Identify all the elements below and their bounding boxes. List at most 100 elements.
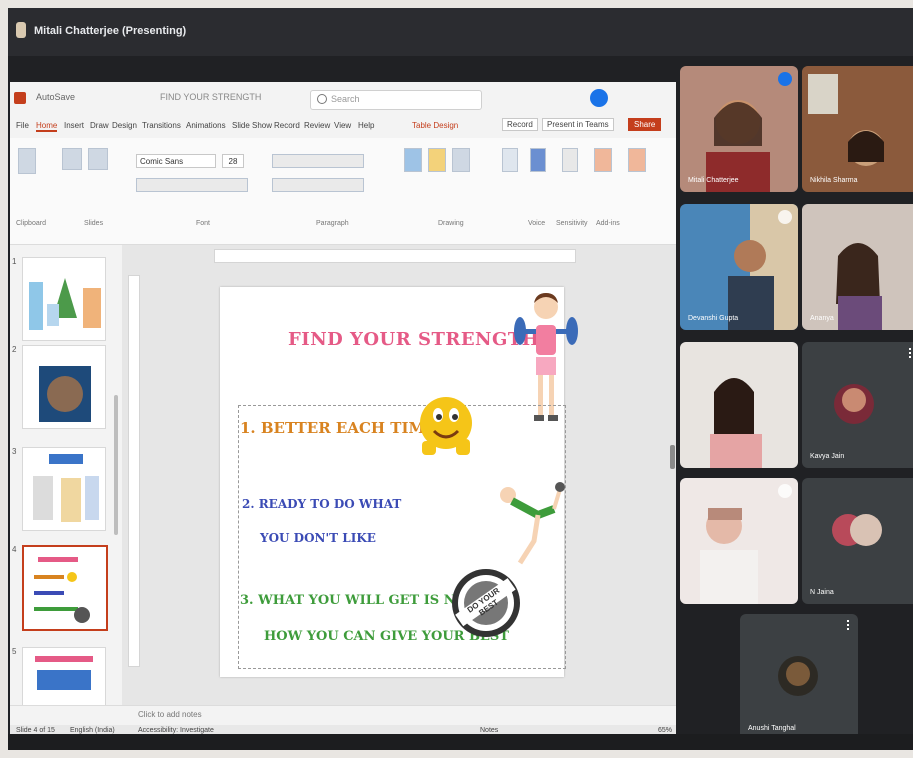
tab-draw[interactable]: Draw xyxy=(90,121,109,130)
slide-thumbnail[interactable] xyxy=(22,257,106,341)
search-input[interactable]: Search xyxy=(310,90,482,110)
notes-placeholder: Click to add notes xyxy=(138,710,202,719)
group-drawing: Drawing xyxy=(438,220,464,227)
ppt-titlebar: AutoSave FIND YOUR STRENGTH Search xyxy=(10,82,676,117)
slide-thumbnail[interactable] xyxy=(22,447,106,531)
presenter-bar: Mitali Chatterjee (Presenting) xyxy=(8,8,913,56)
slide-counter: Slide 4 of 15 xyxy=(16,727,55,734)
tab-insert[interactable]: Insert xyxy=(64,121,84,130)
group-paragraph: Paragraph xyxy=(316,220,349,227)
font-size-select[interactable]: 28 xyxy=(222,154,244,168)
tab-view[interactable]: View xyxy=(334,121,351,130)
group-addins: Add-ins xyxy=(596,220,620,227)
group-font: Font xyxy=(196,220,211,227)
participant-name: Nikhila Sharma xyxy=(810,177,858,184)
participant-name: Kavya Jain xyxy=(810,453,845,460)
shapes-icon[interactable] xyxy=(404,148,422,172)
thumbnail-art xyxy=(29,278,101,330)
participant-tile[interactable]: Mitali Chatterjee xyxy=(680,66,798,192)
paste-icon[interactable] xyxy=(18,148,36,174)
point-2-line-1[interactable]: 2. READY TO DO WHAT xyxy=(242,497,401,511)
exercise-illustration xyxy=(500,482,565,565)
group-sensitivity: Sensitivity xyxy=(556,220,588,227)
present-in-teams-button[interactable]: Present in Teams xyxy=(542,118,614,131)
slide-title[interactable]: FIND YOUR STRENGTH xyxy=(288,329,539,350)
horizontal-ruler xyxy=(214,249,576,263)
participant-avatar xyxy=(832,514,882,546)
participant-video xyxy=(802,204,913,330)
bottom-strip xyxy=(8,734,913,750)
search-placeholder: Search xyxy=(331,94,360,104)
notes-toggle[interactable]: Notes xyxy=(480,727,498,734)
arrange-icon[interactable] xyxy=(428,148,446,172)
tab-design[interactable]: Design xyxy=(112,121,137,130)
sensitivity-icon[interactable] xyxy=(562,148,578,172)
reuse-slides-icon[interactable] xyxy=(88,148,108,170)
slide-thumbnail[interactable] xyxy=(22,345,106,429)
shared-powerpoint-window: AutoSave FIND YOUR STRENGTH Search File … xyxy=(10,82,676,738)
record-button[interactable]: Record xyxy=(502,118,538,131)
share-button[interactable]: Share xyxy=(628,118,662,131)
tab-animations[interactable]: Animations xyxy=(186,121,226,130)
tab-slideshow[interactable]: Slide Show xyxy=(232,121,272,130)
tab-help[interactable]: Help xyxy=(358,121,374,130)
participant-tile[interactable]: Devanshi Gupta xyxy=(680,204,798,330)
pin-icon[interactable] xyxy=(778,210,792,224)
accessibility-status[interactable]: Accessibility: Investigate xyxy=(138,727,214,734)
slide-thumbnail-selected[interactable] xyxy=(22,545,108,631)
quick-styles-icon[interactable] xyxy=(452,148,470,172)
account-avatar[interactable] xyxy=(590,89,608,107)
zoom-level[interactable]: 65% xyxy=(658,727,672,734)
document-title: FIND YOUR STRENGTH xyxy=(160,92,262,102)
thumb-number: 3 xyxy=(12,447,17,456)
font-format-buttons[interactable] xyxy=(136,178,248,192)
presenter-icon xyxy=(16,22,26,38)
thumbnail-art xyxy=(33,454,99,522)
thumb-number: 4 xyxy=(12,545,17,554)
participant-tile[interactable]: Ananya xyxy=(802,204,913,330)
participant-name: Mitali Chatterjee xyxy=(688,177,739,184)
add-ins-icon[interactable] xyxy=(594,148,612,172)
point-1[interactable]: 1. BETTER EACH TIME xyxy=(240,419,437,437)
slide[interactable]: FIND YOUR STRENGTH 1. BETTER EACH TIME 2… xyxy=(220,287,578,677)
participant-tile[interactable] xyxy=(680,478,798,604)
participant-tile[interactable]: Kavya Jain xyxy=(802,342,913,468)
font-name-select[interactable]: Comic Sans xyxy=(136,154,216,168)
presenter-label: Mitali Chatterjee (Presenting) xyxy=(34,25,187,37)
participant-name: Ananya xyxy=(810,315,834,322)
slide-canvas: FIND YOUR STRENGTH 1. BETTER EACH TIME 2… xyxy=(122,245,676,705)
ribbon-tabs: File Home Insert Draw Design Transitions… xyxy=(10,116,676,138)
participant-avatar xyxy=(778,656,818,696)
participant-tile[interactable]: Anushi Tanghal xyxy=(740,614,858,740)
participant-tile[interactable] xyxy=(680,342,798,468)
list-buttons[interactable] xyxy=(272,154,364,168)
new-slide-icon[interactable] xyxy=(62,148,82,170)
tab-review[interactable]: Review xyxy=(304,121,330,130)
participant-tile[interactable]: Nikhila Sharma xyxy=(802,66,913,192)
tab-record[interactable]: Record xyxy=(274,121,300,130)
vertical-ruler xyxy=(128,275,140,667)
participant-name: Devanshi Gupta xyxy=(688,315,739,322)
tab-table-design[interactable]: Table Design xyxy=(412,121,458,130)
more-options-icon[interactable] xyxy=(909,348,913,358)
more-options-icon[interactable] xyxy=(847,620,852,630)
notes-pane[interactable]: Click to add notes xyxy=(10,705,676,726)
thumbnail-scrollbar[interactable] xyxy=(114,395,118,535)
alignment-buttons[interactable] xyxy=(272,178,364,192)
tab-transitions[interactable]: Transitions xyxy=(142,121,181,130)
pin-icon[interactable] xyxy=(778,484,792,498)
language-status[interactable]: English (India) xyxy=(70,727,115,734)
canvas-scrollbar[interactable] xyxy=(670,445,675,469)
tab-home[interactable]: Home xyxy=(36,121,58,132)
pin-icon[interactable] xyxy=(778,72,792,86)
autosave-toggle[interactable]: AutoSave xyxy=(36,92,75,102)
point-2-line-2[interactable]: YOU DON'T LIKE xyxy=(260,531,376,545)
editing-icon[interactable] xyxy=(502,148,518,172)
participant-tile[interactable]: N Jaina xyxy=(802,478,913,604)
tab-file[interactable]: File xyxy=(16,121,29,130)
slide-thumbnail-pane: 1 2 3 4 5 xyxy=(10,245,122,731)
dictate-icon[interactable] xyxy=(530,148,546,172)
participant-avatar xyxy=(834,384,874,424)
participant-name: N Jaina xyxy=(810,589,834,596)
designer-icon[interactable] xyxy=(628,148,646,172)
